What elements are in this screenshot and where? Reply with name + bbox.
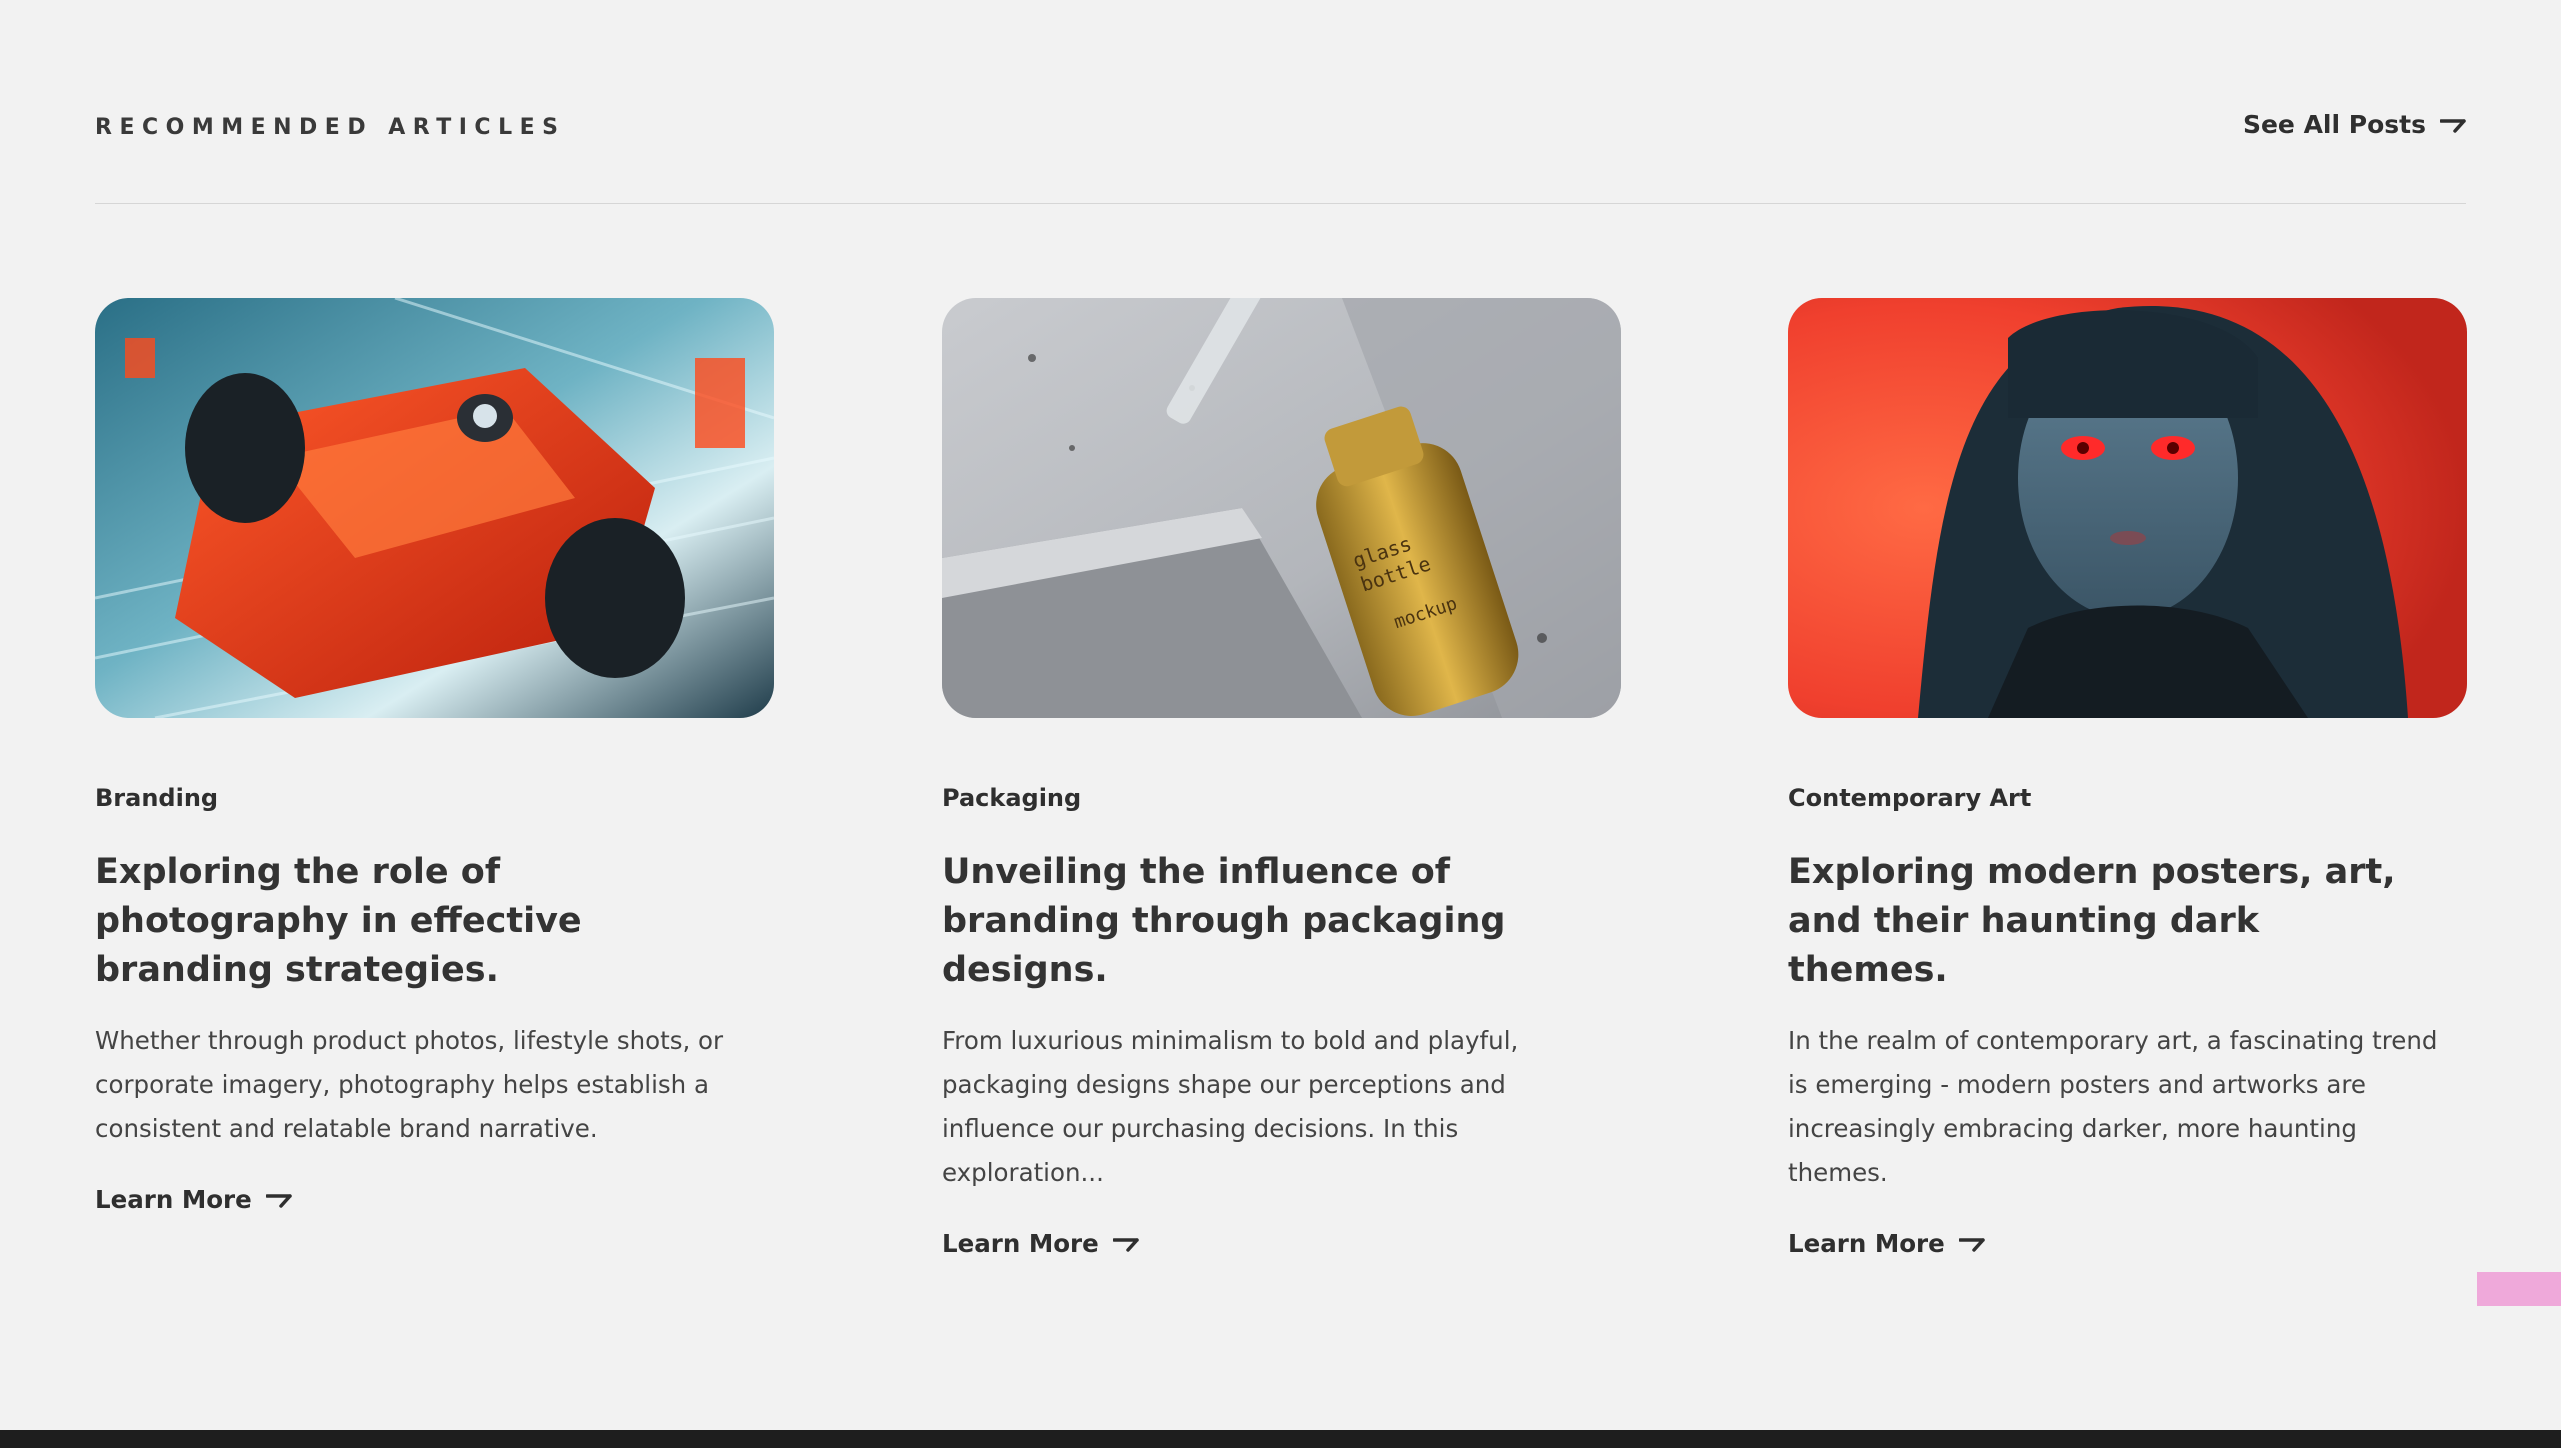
recommended-articles-section: RECOMMENDED ARTICLES See All Posts Brand…	[0, 0, 2561, 1448]
arrow-right-icon	[1112, 1236, 1139, 1252]
article-card-1: Branding Exploring the role of photograp…	[95, 298, 774, 1214]
article-excerpt: In the realm of contemporary art, a fasc…	[1788, 1026, 2438, 1187]
article-category[interactable]: Branding	[95, 784, 774, 812]
article-image-bottle[interactable]: glass bottle mockup	[942, 298, 1621, 718]
learn-more-label: Learn More	[1788, 1229, 1945, 1258]
article-image-dark-portrait[interactable]	[1788, 298, 2467, 718]
see-all-posts-link[interactable]: See All Posts	[2243, 110, 2466, 139]
article-excerpt: From luxurious minimalism to bold and pl…	[942, 1026, 1519, 1187]
learn-more-link[interactable]: Learn More	[95, 1185, 292, 1214]
arrow-right-icon	[265, 1192, 292, 1208]
header-divider	[95, 203, 2466, 204]
side-tab[interactable]	[2477, 1272, 2561, 1306]
learn-more-link[interactable]: Learn More	[942, 1229, 1139, 1258]
learn-more-label: Learn More	[95, 1185, 252, 1214]
article-card-2: glass bottle mockup Packaging Unveiling …	[942, 298, 1621, 1258]
article-title[interactable]: Exploring the role of photography in eff…	[95, 848, 735, 995]
article-category[interactable]: Packaging	[942, 784, 1621, 812]
footer-bar	[0, 1430, 2561, 1448]
learn-more-link[interactable]: Learn More	[1788, 1229, 1985, 1258]
section-label: RECOMMENDED ARTICLES	[95, 115, 566, 140]
article-title[interactable]: Unveiling the influence of branding thro…	[942, 848, 1582, 995]
see-all-posts-label: See All Posts	[2242, 110, 2426, 139]
article-excerpt: Whether through product photos, lifestyl…	[95, 1026, 724, 1143]
article-category[interactable]: Contemporary Art	[1788, 784, 2467, 812]
article-image-race-car[interactable]	[95, 298, 774, 718]
article-card-3: Contemporary Art Exploring modern poster…	[1788, 298, 2467, 1258]
learn-more-label: Learn More	[942, 1229, 1099, 1258]
arrow-right-icon	[1958, 1236, 1985, 1252]
article-title[interactable]: Exploring modern posters, art, and their…	[1788, 848, 2428, 995]
arrow-right-icon	[2440, 117, 2466, 133]
